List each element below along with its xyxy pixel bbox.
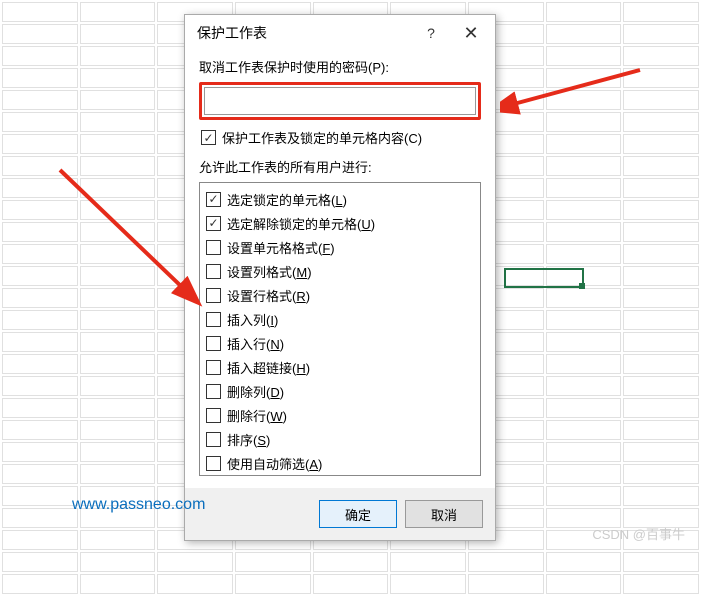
protect-structure-row[interactable]: 保护工作表及锁定的单元格内容(C) <box>199 128 481 147</box>
permission-checkbox[interactable] <box>206 216 221 231</box>
permission-label: 选定解除锁定的单元格(U) <box>227 214 375 233</box>
active-cell-indicator[interactable] <box>504 268 584 288</box>
permission-item[interactable]: 选定锁定的单元格(L) <box>202 187 478 211</box>
permission-label: 删除列(D) <box>227 382 284 401</box>
permission-label: 删除行(W) <box>227 406 287 425</box>
permission-item[interactable]: 排序(S) <box>202 427 478 451</box>
permission-label: 插入列(I) <box>227 310 278 329</box>
permission-checkbox[interactable] <box>206 360 221 375</box>
password-input[interactable] <box>204 87 476 115</box>
permission-checkbox[interactable] <box>206 456 221 471</box>
permission-label: 排序(S) <box>227 430 270 449</box>
dialog-title: 保护工作表 <box>197 23 411 43</box>
permission-checkbox[interactable] <box>206 264 221 279</box>
permission-item[interactable]: 插入超链接(H) <box>202 355 478 379</box>
protect-structure-label: 保护工作表及锁定的单元格内容(C) <box>222 128 422 147</box>
permission-checkbox[interactable] <box>206 384 221 399</box>
cancel-button[interactable]: 取消 <box>405 500 483 528</box>
permission-checkbox[interactable] <box>206 432 221 447</box>
permissions-label: 允许此工作表的所有用户进行: <box>199 157 481 176</box>
permission-checkbox[interactable] <box>206 408 221 423</box>
permission-checkbox[interactable] <box>206 336 221 351</box>
dialog-footer: 确定 取消 <box>185 488 495 540</box>
permission-item[interactable]: 选定解除锁定的单元格(U) <box>202 211 478 235</box>
permission-label: 选定锁定的单元格(L) <box>227 190 347 209</box>
permission-checkbox[interactable] <box>206 288 221 303</box>
permission-label: 插入超链接(H) <box>227 358 310 377</box>
password-label: 取消工作表保护时使用的密码(P): <box>199 57 481 76</box>
permission-checkbox[interactable] <box>206 240 221 255</box>
permission-item[interactable]: 删除列(D) <box>202 379 478 403</box>
permission-checkbox[interactable] <box>206 192 221 207</box>
dialog-titlebar[interactable]: 保护工作表 ? ✕ <box>185 15 495 51</box>
protect-structure-checkbox[interactable] <box>201 130 216 145</box>
permission-item[interactable]: 插入列(I) <box>202 307 478 331</box>
permission-label: 使用自动筛选(A) <box>227 454 322 473</box>
permission-label: 设置行格式(R) <box>227 286 310 305</box>
permission-item[interactable]: 设置列格式(M) <box>202 259 478 283</box>
permission-label: 设置单元格格式(F) <box>227 238 335 257</box>
watermark-csdn: CSDN @百事牛 <box>592 524 685 543</box>
help-button[interactable]: ? <box>411 25 451 41</box>
close-icon: ✕ <box>463 23 478 43</box>
close-button[interactable]: ✕ <box>451 23 491 44</box>
password-highlight-box <box>199 82 481 120</box>
permission-item[interactable]: 插入行(N) <box>202 331 478 355</box>
permission-item[interactable]: 设置单元格格式(F) <box>202 235 478 259</box>
ok-button[interactable]: 确定 <box>319 500 397 528</box>
permission-item[interactable]: 删除行(W) <box>202 403 478 427</box>
permission-label: 插入行(N) <box>227 334 284 353</box>
permissions-listbox[interactable]: 选定锁定的单元格(L) 选定解除锁定的单元格(U) 设置单元格格式(F) 设置列格式(… <box>199 182 481 476</box>
permission-label: 设置列格式(M) <box>227 262 312 281</box>
permission-checkbox[interactable] <box>206 312 221 327</box>
protect-sheet-dialog: 保护工作表 ? ✕ 取消工作表保护时使用的密码(P): 保护工作表及锁定的单元格… <box>184 14 496 541</box>
permission-item[interactable]: 使用自动筛选(A) <box>202 451 478 475</box>
watermark-url: www.passneo.com <box>72 496 205 514</box>
permission-item[interactable]: 设置行格式(R) <box>202 283 478 307</box>
